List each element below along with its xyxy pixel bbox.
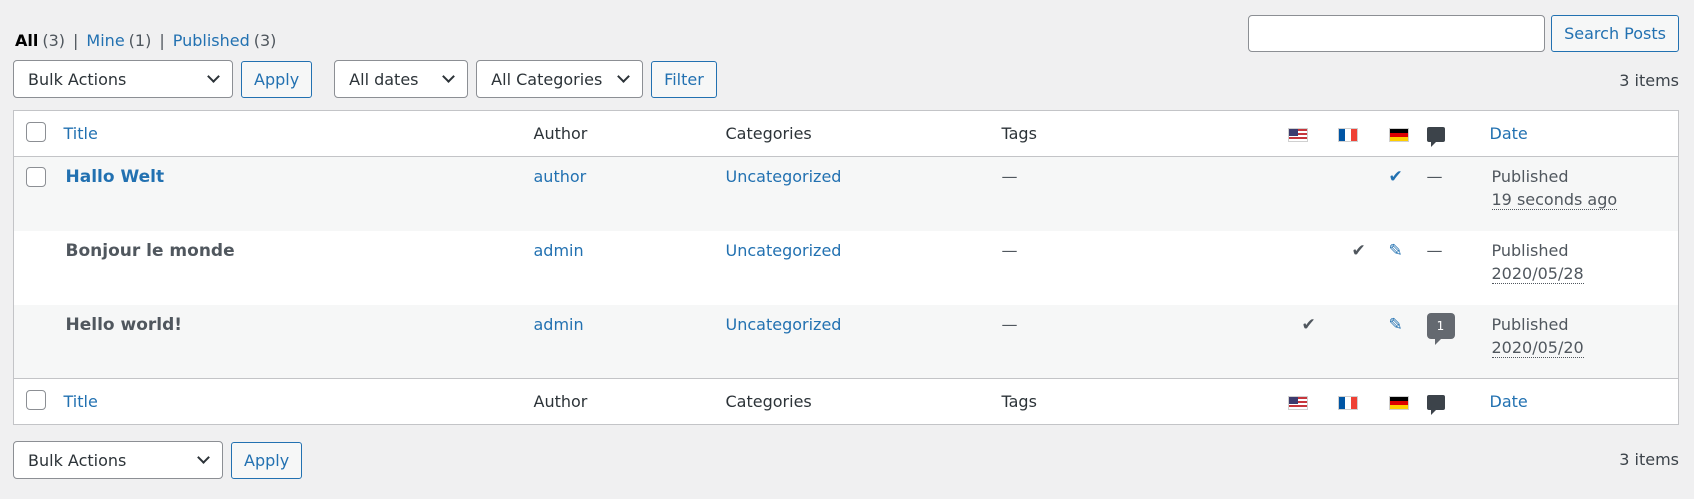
column-author: Author — [533, 124, 588, 143]
fr-flag-icon — [1337, 127, 1358, 142]
de-flag-icon — [1388, 395, 1409, 410]
table-row: Bonjour le monde admin Uncategorized — ✔… — [14, 231, 1679, 305]
post-status: Published — [1491, 314, 1569, 334]
us-flag-icon — [1287, 127, 1308, 142]
search-box: Search Posts — [1248, 15, 1679, 52]
fr-flag-icon — [1337, 395, 1358, 410]
bulk-actions-select[interactable]: Bulk Actions — [13, 441, 223, 479]
apply-button[interactable]: Apply — [241, 60, 313, 98]
view-mine[interactable]: Mine (1) — [86, 31, 151, 50]
comment-count-bubble[interactable]: 1 — [1426, 312, 1455, 345]
column-title[interactable]: Title — [64, 124, 98, 143]
tablenav-top: Bulk Actions Apply All dates All Categor… — [13, 60, 717, 98]
apply-button[interactable]: Apply — [231, 441, 303, 479]
column-categories: Categories — [725, 392, 812, 411]
column-date[interactable]: Date — [1490, 124, 1528, 143]
table-row: Hallo Welt author Uncategorized — ✔ — Pu… — [13, 156, 1679, 231]
column-categories: Categories — [725, 124, 812, 143]
view-all[interactable]: All (3) — [15, 31, 65, 50]
chevron-down-icon — [617, 70, 631, 83]
post-author[interactable]: admin — [534, 241, 584, 260]
separator: | — [159, 31, 165, 50]
posts-table: Title Author Categories Tags Date Hallo … — [13, 110, 1679, 425]
comment-bubble-icon — [1426, 127, 1445, 147]
dates-select[interactable]: All dates — [334, 60, 469, 98]
column-title[interactable]: Title — [64, 392, 98, 411]
post-tags: — — [1001, 314, 1018, 334]
column-date[interactable]: Date — [1490, 392, 1528, 411]
post-date: 2020/05/28 — [1491, 263, 1584, 284]
categories-select[interactable]: All Categories — [476, 60, 644, 98]
table-footer: Title Author Categories Tags Date — [13, 378, 1679, 425]
filter-button[interactable]: Filter — [651, 60, 717, 98]
view-filters: All (3) | Mine (1) | Published (3) — [15, 31, 276, 50]
post-category[interactable]: Uncategorized — [726, 167, 842, 186]
comment-count: — — [1426, 240, 1443, 260]
column-tags: Tags — [1001, 392, 1037, 411]
de-flag-icon — [1388, 127, 1409, 142]
post-tags: — — [1001, 167, 1018, 186]
column-tags: Tags — [1001, 124, 1037, 143]
post-title: Hello world! — [65, 314, 183, 335]
chevron-down-icon — [442, 70, 456, 83]
separator: | — [73, 31, 79, 50]
items-count: 3 items — [1619, 450, 1679, 469]
comment-bubble-icon — [1426, 395, 1445, 415]
view-published[interactable]: Published (3) — [173, 31, 277, 50]
post-date: 19 seconds ago — [1491, 190, 1618, 210]
post-author[interactable]: admin — [534, 315, 584, 334]
items-count: 3 items — [1619, 71, 1679, 90]
post-category[interactable]: Uncategorized — [726, 241, 842, 260]
select-all-checkbox[interactable] — [26, 121, 46, 142]
us-flag-icon — [1287, 395, 1308, 410]
pencil-icon[interactable]: ✎ — [1389, 241, 1403, 261]
post-tags: — — [1001, 240, 1018, 260]
search-posts-button[interactable]: Search Posts — [1551, 15, 1679, 52]
post-category[interactable]: Uncategorized — [726, 315, 842, 334]
table-header: Title Author Categories Tags Date — [13, 110, 1679, 157]
search-input[interactable] — [1248, 15, 1546, 52]
post-date: 2020/05/20 — [1491, 337, 1584, 358]
post-status: Published — [1491, 167, 1569, 186]
chevron-down-icon — [197, 451, 210, 464]
post-author[interactable]: author — [534, 167, 587, 186]
post-title: Bonjour le monde — [65, 240, 235, 261]
table-row: Hello world! admin Uncategorized — ✔ ✎ 1… — [13, 304, 1679, 379]
tablenav-bottom: Bulk Actions Apply — [13, 441, 303, 479]
check-icon[interactable]: ✔ — [1352, 241, 1366, 261]
post-title[interactable]: Hallo Welt — [66, 167, 165, 187]
comment-count: — — [1426, 167, 1443, 186]
check-icon[interactable]: ✔ — [1389, 167, 1403, 187]
post-status: Published — [1491, 240, 1569, 260]
select-all-checkbox[interactable] — [26, 389, 46, 410]
bulk-actions-select[interactable]: Bulk Actions — [13, 60, 233, 98]
chevron-down-icon — [207, 70, 220, 83]
row-checkbox[interactable] — [26, 167, 46, 187]
check-icon[interactable]: ✔ — [1302, 315, 1316, 335]
pencil-icon[interactable]: ✎ — [1389, 315, 1403, 335]
column-author: Author — [533, 392, 588, 411]
